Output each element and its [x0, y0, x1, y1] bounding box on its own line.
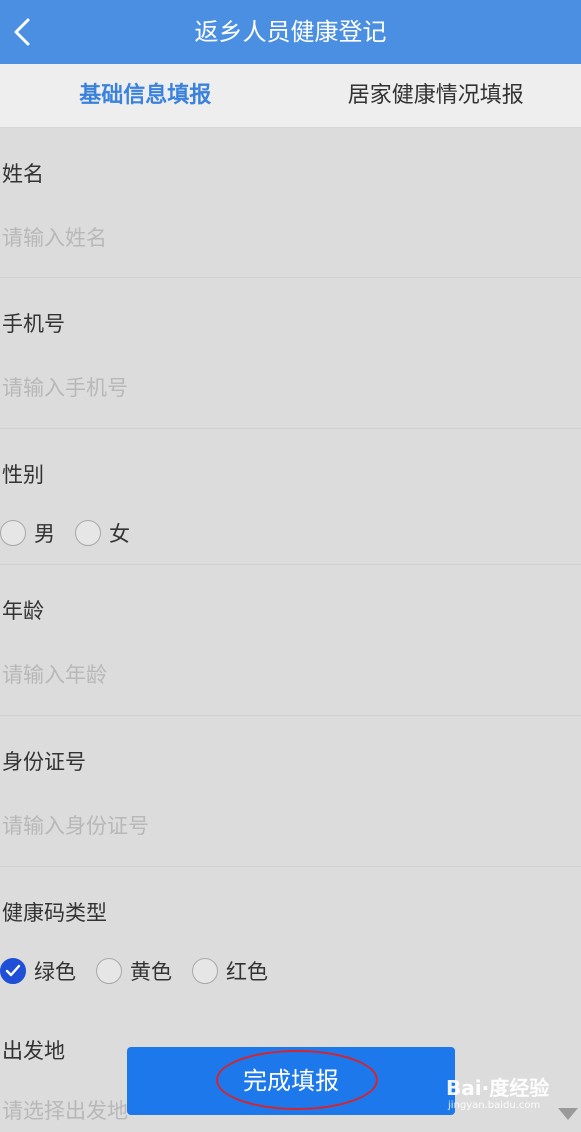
health-code-field-group: 健康码类型 绿色 黄色 红色 [0, 867, 581, 1003]
radio-unchecked-icon[interactable] [192, 958, 218, 984]
gender-option-male[interactable]: 男 [0, 518, 55, 548]
name-input[interactable] [2, 223, 542, 253]
watermark: Bai·度经验 jingyan.baidu.com [446, 1068, 558, 1112]
radio-label: 红色 [226, 960, 268, 984]
health-code-option-yellow[interactable]: 黄色 [96, 956, 172, 986]
tab-basic-info[interactable]: 基础信息填报 [0, 64, 291, 128]
radio-unchecked-icon[interactable] [96, 958, 122, 984]
id-number-field-group: 身份证号 [0, 716, 581, 867]
watermark-logo-text: Bai·度经验 [446, 1076, 550, 1100]
submit-button[interactable]: 完成填报 [127, 1047, 455, 1115]
phone-input[interactable] [2, 373, 542, 403]
radio-label: 女 [109, 522, 130, 546]
health-code-radio-group: 绿色 黄色 红色 [0, 953, 288, 989]
phone-label: 手机号 [2, 312, 65, 336]
health-code-label: 健康码类型 [2, 901, 107, 925]
radio-label: 绿色 [34, 960, 76, 984]
radio-unchecked-icon[interactable] [0, 520, 26, 546]
id-number-label: 身份证号 [2, 750, 86, 774]
name-label: 姓名 [2, 162, 44, 186]
health-code-option-red[interactable]: 红色 [192, 956, 268, 986]
gender-radio-group: 男 女 [0, 515, 150, 551]
radio-label: 黄色 [130, 960, 172, 984]
radio-unchecked-icon[interactable] [75, 520, 101, 546]
phone-field-group: 手机号 [0, 278, 581, 429]
page-title: 返乡人员健康登记 [194, 18, 387, 46]
checkmark-icon [5, 964, 21, 977]
app-header: 返乡人员健康登记 [0, 0, 581, 64]
gender-option-female[interactable]: 女 [75, 518, 130, 548]
name-field-group: 姓名 [0, 128, 581, 278]
tab-home-health[interactable]: 居家健康情况填报 [291, 64, 581, 128]
radio-label: 男 [34, 522, 55, 546]
radio-checked-icon[interactable] [0, 958, 26, 984]
age-input[interactable] [2, 660, 542, 690]
tab-bar: 基础信息填报 居家健康情况填报 [0, 64, 581, 128]
health-code-option-green[interactable]: 绿色 [0, 956, 76, 986]
id-number-input[interactable] [2, 811, 542, 841]
watermark-url: jingyan.baidu.com [448, 1100, 541, 1111]
age-label: 年龄 [2, 599, 44, 623]
dropdown-arrow-icon[interactable] [557, 1106, 579, 1122]
age-field-group: 年龄 [0, 565, 581, 716]
gender-label: 性别 [2, 463, 44, 487]
departure-label: 出发地 [2, 1039, 65, 1063]
gender-field-group: 性别 男 女 [0, 429, 581, 565]
